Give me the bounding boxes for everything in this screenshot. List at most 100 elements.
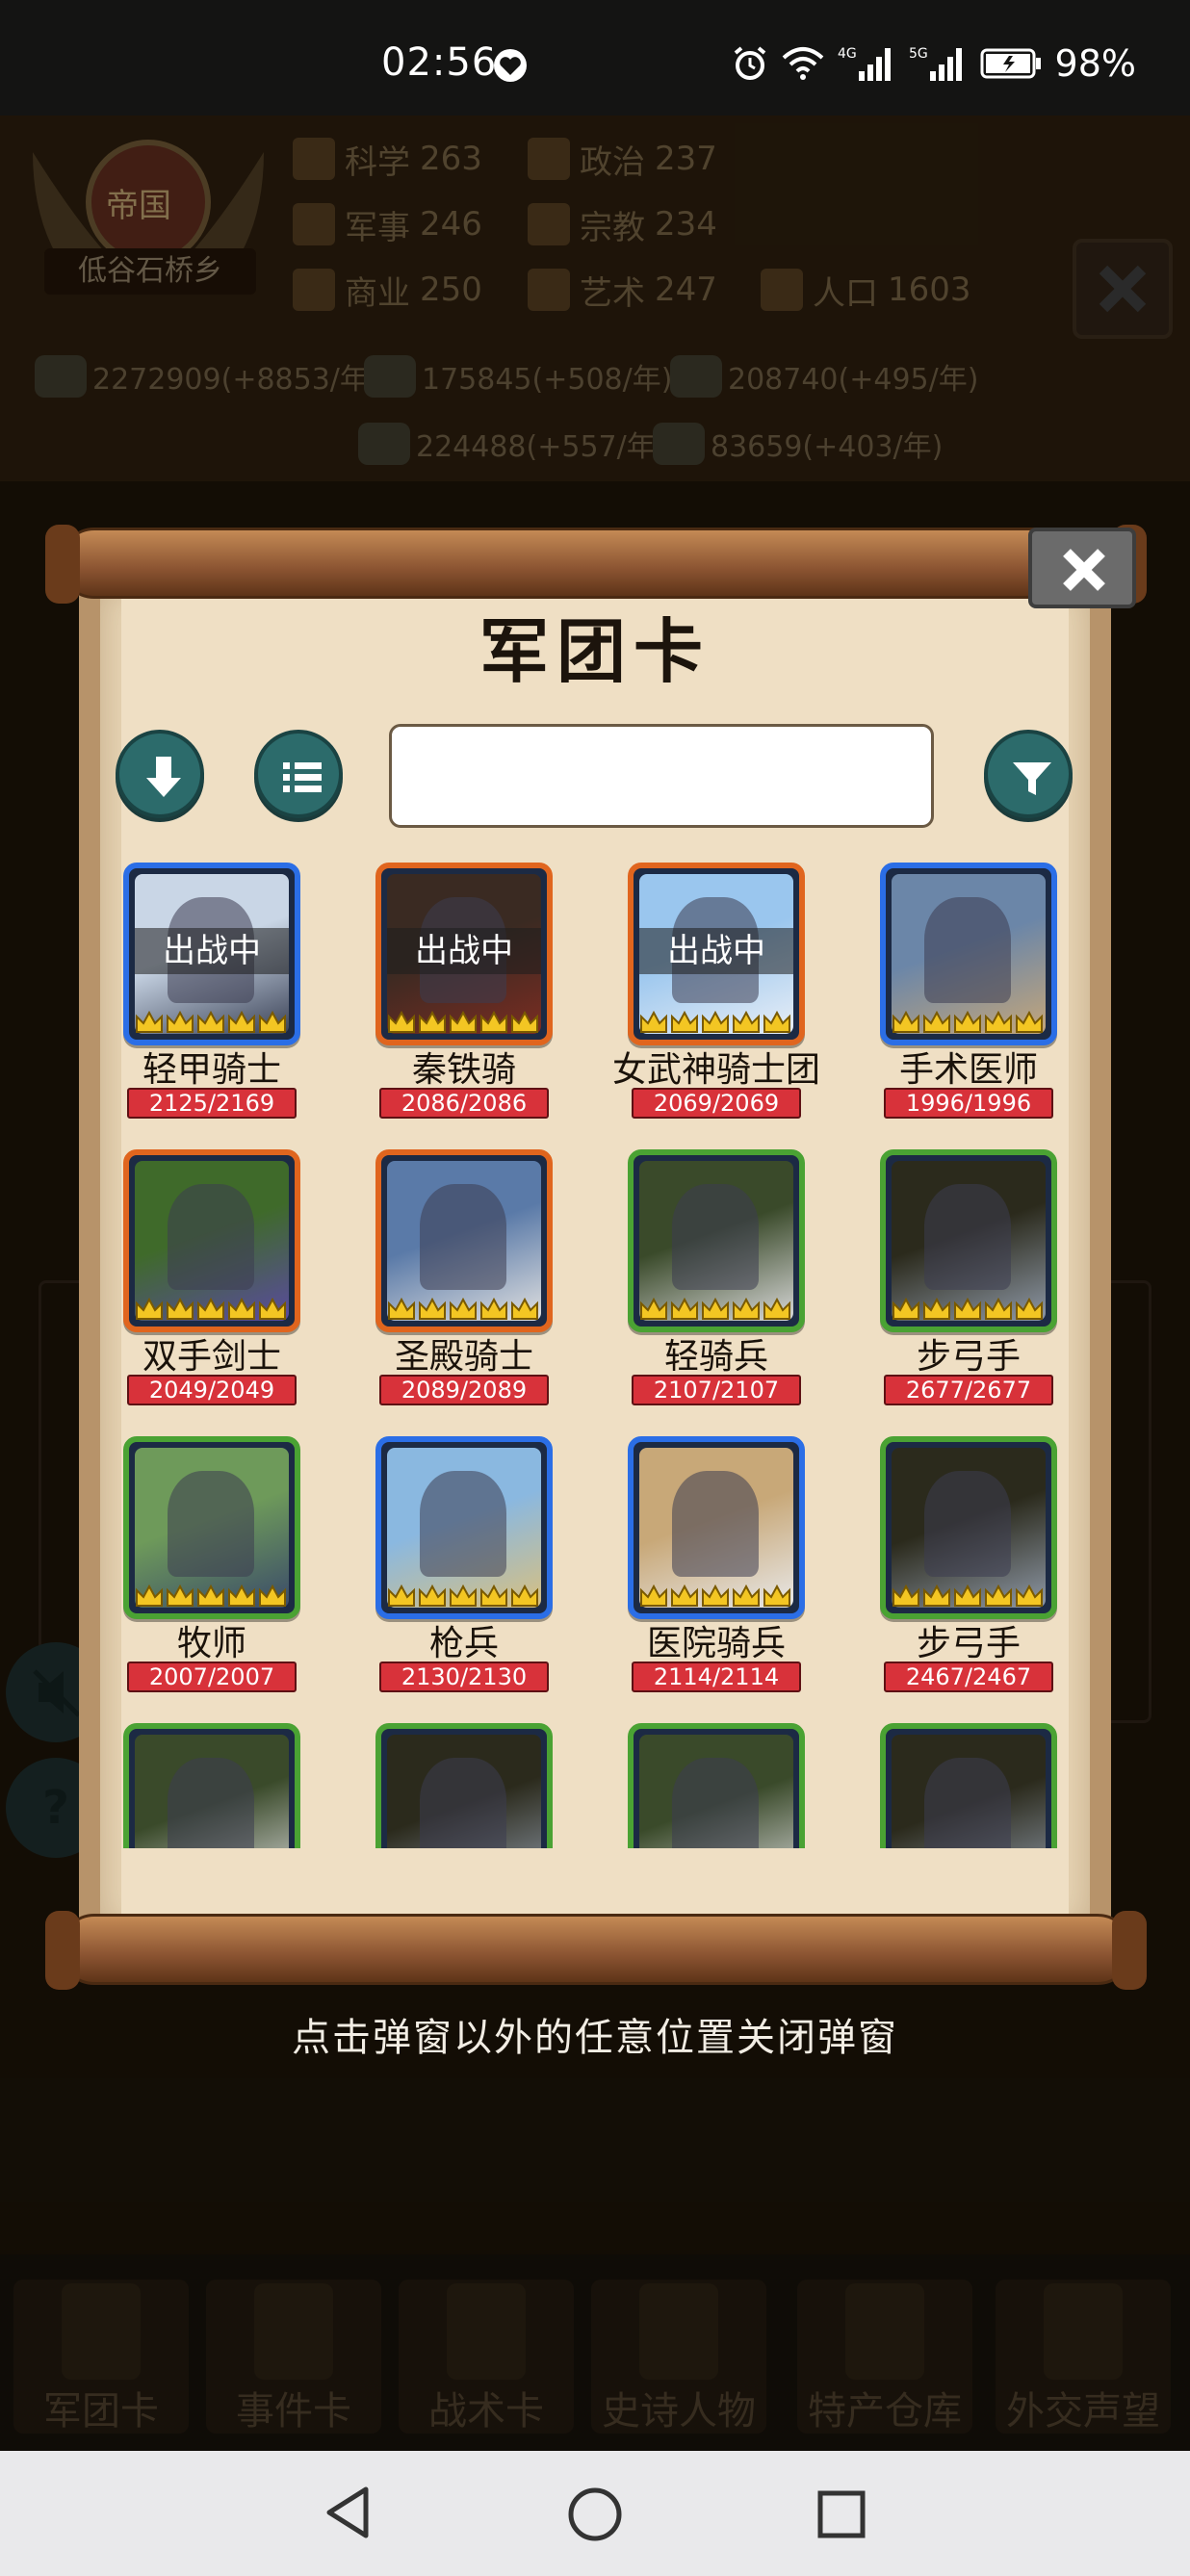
legion-card[interactable]: 牧师 2007/2007 xyxy=(116,1436,300,1725)
card-hp-bar: 2677/2677 xyxy=(884,1375,1053,1405)
alarm-icon xyxy=(734,46,765,80)
card-portrait-frame xyxy=(375,1149,553,1332)
battery-icon xyxy=(980,48,1041,79)
svg-text:4G: 4G xyxy=(838,46,857,62)
card-portrait-frame xyxy=(628,1723,805,1848)
crown-rank-icon xyxy=(136,1297,286,1320)
card-portrait-frame xyxy=(375,1723,553,1848)
legion-card[interactable]: 医院骑兵 2114/2114 xyxy=(593,1436,805,1725)
card-portrait-frame xyxy=(628,1436,805,1619)
filter-button[interactable] xyxy=(984,730,1073,818)
legion-card[interactable]: 步弓手 2467/2467 xyxy=(845,1436,1057,1725)
card-name: 牧师 xyxy=(176,1624,246,1663)
card-portrait-frame xyxy=(880,1149,1057,1332)
card-hp-bar: 1996/1996 xyxy=(884,1088,1053,1119)
heart-icon xyxy=(494,49,527,82)
close-hint: 点击弹窗以外的任意位置关闭弹窗 xyxy=(292,2016,898,2060)
legion-card[interactable]: 出战中秦铁骑 2086/2086 xyxy=(341,863,553,1151)
card-portrait-frame: 出战中 xyxy=(628,863,805,1045)
card-portrait-frame xyxy=(628,1149,805,1332)
crown-rank-icon xyxy=(892,1010,1043,1033)
legion-card[interactable]: 枪兵 2130/2130 xyxy=(341,1436,553,1725)
card-hp-bar: 2049/2049 xyxy=(127,1375,297,1405)
card-name: 轻骑兵 xyxy=(663,1337,768,1377)
card-name: 枪兵 xyxy=(428,1624,499,1663)
card-hp-bar: 2107/2107 xyxy=(632,1375,801,1405)
popup-title: 军团卡 xyxy=(479,611,711,692)
card-name: 双手剑士 xyxy=(142,1337,281,1377)
legion-card[interactable] xyxy=(341,1723,553,1848)
back-icon[interactable] xyxy=(323,2486,372,2539)
card-name: 步弓手 xyxy=(916,1337,1021,1377)
unit-figure-icon xyxy=(924,897,1011,1003)
card-grid: 出战中 轻甲骑士 2125/2169 出战中 秦铁骑 2086/2086 出战中 女武神骑士团… xyxy=(116,863,1078,1848)
legion-card[interactable]: 出战中 女武神骑士团 2069/2069 xyxy=(593,863,820,1151)
legion-card[interactable]: 圣殿骑士 2089/2089 xyxy=(341,1149,553,1438)
wifi-icon xyxy=(782,47,823,80)
card-portrait-frame xyxy=(880,1436,1057,1619)
legion-card[interactable]: 轻骑兵 2107/2107 xyxy=(593,1149,805,1438)
list-view-button[interactable] xyxy=(254,730,343,818)
system-nav-bar xyxy=(0,2451,1190,2576)
card-portrait-frame: 出战中 xyxy=(375,863,553,1045)
card-hp-bar: 2089/2089 xyxy=(379,1375,549,1405)
legion-card[interactable]: 出战中 轻甲骑士 2125/2169 xyxy=(116,863,300,1151)
card-portrait-frame xyxy=(123,1149,300,1332)
unit-figure-icon xyxy=(168,1758,254,1848)
close-icon xyxy=(1063,549,1105,591)
card-portrait-frame xyxy=(123,1436,300,1619)
card-name: 步弓手 xyxy=(916,1624,1021,1663)
card-hp-bar: 2467/2467 xyxy=(884,1662,1053,1692)
unit-figure-icon xyxy=(420,1758,506,1848)
card-hp-bar: 2086/2086 xyxy=(379,1088,549,1119)
card-hp-bar: 2114/2114 xyxy=(632,1662,801,1692)
card-portrait-frame xyxy=(123,1723,300,1848)
legion-card[interactable] xyxy=(593,1723,805,1848)
crown-rank-icon xyxy=(892,1297,1043,1320)
deployed-badge: 出战中 xyxy=(135,928,289,974)
card-hp-bar: 2125/2169 xyxy=(127,1088,297,1119)
legion-card[interactable]: 双手剑士 2049/2049 xyxy=(116,1149,300,1438)
search-input[interactable] xyxy=(389,724,934,828)
crown-rank-icon xyxy=(388,1297,538,1320)
home-icon[interactable] xyxy=(566,2486,624,2543)
card-portrait-frame xyxy=(880,1723,1057,1848)
card-name: 秦铁骑 xyxy=(411,1050,516,1090)
crown-rank-icon xyxy=(640,1297,790,1320)
unit-figure-icon xyxy=(420,1471,506,1577)
crown-rank-icon xyxy=(388,1584,538,1607)
list-icon xyxy=(283,762,322,792)
unit-figure-icon xyxy=(672,1184,759,1290)
card-portrait-frame xyxy=(375,1436,553,1619)
deployed-badge: 出战中 xyxy=(639,928,793,974)
legion-card[interactable] xyxy=(845,1723,1057,1848)
clock: 02:56 xyxy=(381,40,498,85)
unit-figure-icon xyxy=(924,1758,1011,1848)
legion-card[interactable]: 手术医师 1996/1996 xyxy=(845,863,1057,1151)
card-name: 手术医师 xyxy=(898,1050,1038,1090)
deployed-badge: 出战中 xyxy=(387,928,541,974)
unit-figure-icon xyxy=(168,1471,254,1577)
svg-text:5G: 5G xyxy=(909,46,928,62)
unit-figure-icon xyxy=(924,1471,1011,1577)
unit-figure-icon xyxy=(672,1758,759,1848)
card-hp-bar: 2069/2069 xyxy=(632,1088,801,1119)
card-hp-bar: 2007/2007 xyxy=(127,1662,297,1692)
crown-rank-icon xyxy=(640,1584,790,1607)
legion-card[interactable] xyxy=(116,1723,300,1848)
crown-rank-icon xyxy=(892,1584,1043,1607)
crown-rank-icon xyxy=(136,1010,286,1033)
unit-figure-icon xyxy=(420,1184,506,1290)
legion-card[interactable]: 步弓手 2677/2677 xyxy=(845,1149,1057,1438)
legion-card-popup: 军团卡 出战中 轻甲骑士 2125/2169 出战中 秦铁骑 2086/2086 出战中 女武… xyxy=(45,525,1147,1991)
signal-5g-icon: 5G xyxy=(909,46,962,81)
sort-button[interactable] xyxy=(116,730,204,818)
crown-rank-icon xyxy=(640,1010,790,1033)
arrow-down-icon xyxy=(146,757,181,797)
recents-icon[interactable] xyxy=(816,2489,867,2539)
card-name: 圣殿骑士 xyxy=(394,1337,533,1377)
crown-rank-icon xyxy=(388,1010,538,1033)
unit-figure-icon xyxy=(924,1184,1011,1290)
popup-close-button[interactable] xyxy=(1028,528,1136,608)
unit-figure-icon xyxy=(168,1184,254,1290)
